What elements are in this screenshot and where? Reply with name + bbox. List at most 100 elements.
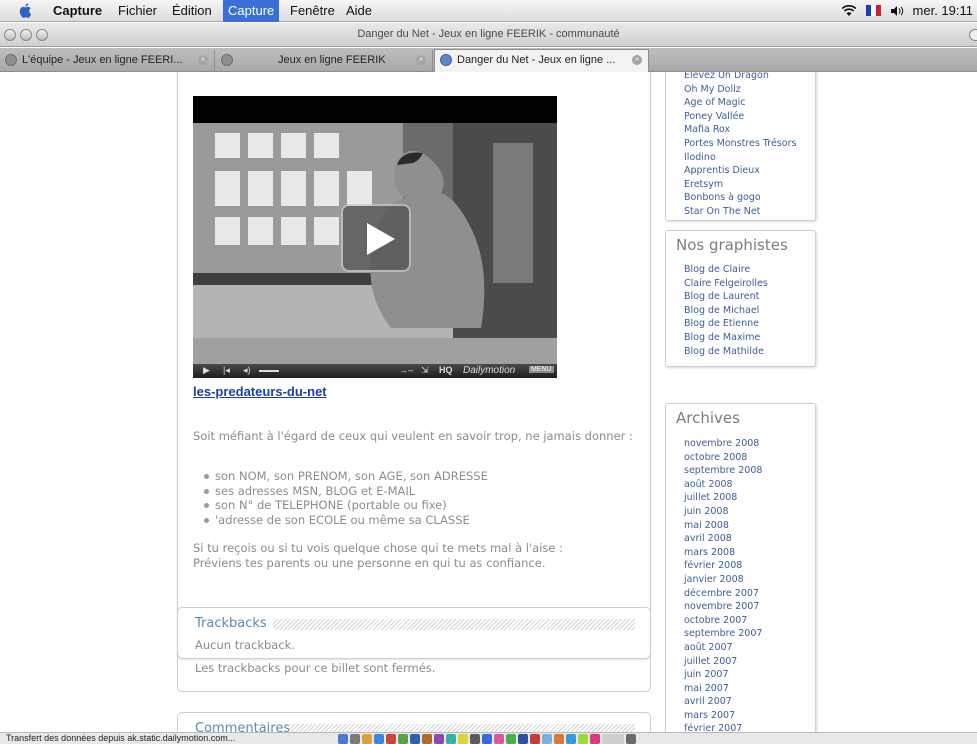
app-icon[interactable]	[422, 734, 432, 744]
app-icon[interactable]	[578, 734, 588, 744]
graphiste-link[interactable]: Blog de Laurent	[684, 290, 768, 304]
hq-toggle[interactable]: HQ	[439, 365, 453, 375]
graphiste-link[interactable]: Blog de Maxime	[684, 331, 768, 345]
graphiste-link[interactable]: Claire Felgeirolles	[684, 277, 768, 291]
list-item: son NOM, son PRENOM, son AGE, son ADRESS…	[204, 469, 488, 483]
menu-fenetre[interactable]: Fenêtre	[290, 3, 335, 18]
volume-slider[interactable]	[259, 370, 279, 372]
archive-link[interactable]: octobre 2008	[684, 451, 762, 465]
menubar-clock[interactable]: mer. 19:11	[913, 3, 973, 18]
archive-link[interactable]: décembre 2007	[684, 587, 762, 601]
toolbar-toggle-button[interactable]	[969, 29, 977, 41]
archive-link[interactable]: juillet 2008	[684, 491, 762, 505]
graphiste-link[interactable]: Blog de Mathilde	[684, 345, 768, 359]
archive-link[interactable]: septembre 2008	[684, 464, 762, 478]
app-icon[interactable]	[506, 734, 516, 744]
apple-menu-icon[interactable]	[18, 2, 34, 19]
tab-danger-du-net[interactable]: Danger du Net - Jeux en ligne ... ×	[434, 49, 649, 72]
page-content[interactable]: ▶ |◂ ◂) →– ⇲ HQ Dailymotion MENU les-pre…	[0, 72, 977, 732]
archive-link[interactable]: janvier 2008	[684, 573, 762, 587]
app-icon[interactable]	[470, 734, 480, 744]
app-icon[interactable]	[434, 734, 444, 744]
play-button[interactable]	[341, 204, 411, 272]
video-player[interactable]: ▶ |◂ ◂) →– ⇲ HQ Dailymotion MENU	[193, 96, 557, 378]
archive-link[interactable]: mai 2007	[684, 682, 762, 696]
menu-aide[interactable]: Aide	[346, 3, 372, 18]
archive-link[interactable]: septembre 2007	[684, 627, 762, 641]
app-icon[interactable]	[542, 734, 552, 744]
dailymotion-logo[interactable]: Dailymotion	[463, 365, 515, 376]
menu-fichier[interactable]: Fichier	[118, 3, 157, 18]
finder-icon[interactable]	[338, 734, 348, 744]
graphiste-link[interactable]: Blog de Claire	[684, 263, 768, 277]
app-icon[interactable]	[350, 734, 360, 744]
archive-link[interactable]: mars 2008	[684, 546, 762, 560]
archive-link[interactable]: février 2008	[684, 559, 762, 573]
archive-link[interactable]: février 2007	[684, 722, 762, 732]
archive-link[interactable]: mai 2008	[684, 519, 762, 533]
safari-icon[interactable]	[374, 734, 384, 744]
app-icon[interactable]	[554, 734, 564, 744]
game-link[interactable]: Eretsym	[684, 178, 796, 192]
archive-link[interactable]: août 2007	[684, 641, 762, 655]
archive-link[interactable]: août 2008	[684, 478, 762, 492]
menu-app-capture[interactable]: Capture	[53, 3, 102, 18]
globe-icon	[221, 54, 233, 66]
tab-equipe[interactable]: L'équipe - Jeux en ligne FEERI... ×	[0, 50, 215, 71]
graphiste-link[interactable]: Blog de Michael	[684, 304, 768, 318]
menu-edition[interactable]: Édition	[172, 3, 212, 18]
trackbacks-box: Trackbacks Aucun trackback. Les trackbac…	[177, 607, 651, 692]
game-link[interactable]: Mafia Rox	[684, 123, 796, 137]
fullscreen-icon[interactable]: ⇲	[421, 365, 429, 376]
wifi-icon[interactable]	[841, 4, 857, 17]
seek-icon[interactable]: →–	[399, 365, 413, 375]
trash-icon[interactable]	[626, 734, 636, 744]
app-icon[interactable]	[518, 734, 528, 744]
close-tab-icon[interactable]: ×	[198, 55, 208, 65]
game-link[interactable]: Age of Magic	[684, 96, 796, 110]
skip-back-icon[interactable]: |◂	[223, 365, 230, 376]
app-icon[interactable]	[398, 734, 408, 744]
game-link[interactable]: Portes Monstres Trésors	[684, 137, 796, 151]
app-icon[interactable]	[362, 734, 372, 744]
app-icon[interactable]	[458, 734, 468, 744]
game-link[interactable]: Elevez Un Dragon	[684, 72, 796, 83]
graphistes-heading: Nos graphistes	[676, 236, 788, 254]
graphiste-link[interactable]: Blog de Etienne	[684, 317, 768, 331]
archive-link[interactable]: avril 2007	[684, 695, 762, 709]
game-link[interactable]: Oh My Dollz	[684, 83, 796, 97]
app-icon[interactable]	[530, 734, 540, 744]
app-icon[interactable]	[446, 734, 456, 744]
volume-icon[interactable]	[890, 5, 904, 17]
archive-link[interactable]: octobre 2007	[684, 614, 762, 628]
menu-capture[interactable]: Capture	[223, 0, 280, 22]
app-icon[interactable]	[494, 734, 504, 744]
archive-link[interactable]: avril 2008	[684, 532, 762, 546]
archive-link[interactable]: novembre 2008	[684, 437, 762, 451]
game-link[interactable]: Star On The Net	[684, 205, 796, 219]
game-link[interactable]: Poney Vallée	[684, 110, 796, 124]
close-tab-icon[interactable]: ×	[416, 55, 426, 65]
tab-jeux-en-ligne[interactable]: Jeux en ligne FEERIK ×	[216, 50, 433, 71]
video-title-link[interactable]: les-predateurs-du-net	[193, 384, 327, 399]
archive-link[interactable]: juin 2008	[684, 505, 762, 519]
tab-label: L'équipe - Jeux en ligne FEERI...	[22, 54, 183, 66]
app-icon[interactable]	[386, 734, 396, 744]
app-icon[interactable]	[482, 734, 492, 744]
game-link[interactable]: Ilodino	[684, 151, 796, 165]
archive-link[interactable]: mars 2007	[684, 709, 762, 723]
french-flag-icon[interactable]	[865, 5, 881, 16]
play-icon[interactable]: ▶	[203, 365, 210, 376]
game-link[interactable]: Apprentis Dieux	[684, 164, 796, 178]
status-text: Transfert des données depuis ak.static.d…	[6, 733, 236, 743]
close-tab-icon[interactable]: ×	[632, 55, 642, 65]
app-icon[interactable]	[410, 734, 420, 744]
app-icon[interactable]	[590, 734, 600, 744]
app-icon[interactable]	[566, 734, 576, 744]
video-menu-button[interactable]: MENU	[529, 366, 554, 373]
volume-icon[interactable]: ◂)	[243, 365, 251, 376]
archive-link[interactable]: novembre 2007	[684, 600, 762, 614]
archive-link[interactable]: juin 2007	[684, 668, 762, 682]
game-link[interactable]: Bonbons à gogo	[684, 191, 796, 205]
archive-link[interactable]: juillet 2007	[684, 655, 762, 669]
